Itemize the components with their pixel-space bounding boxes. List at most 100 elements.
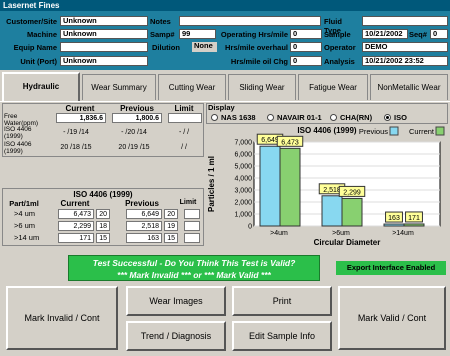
fluid-field[interactable] [362,16,448,26]
iso4406-limit[interactable]: / / [168,143,202,153]
unit-field[interactable]: Unknown [60,56,148,66]
tab-cutting-wear[interactable]: Cutting Wear [158,74,226,100]
legend-previous-swatch [389,126,399,136]
main-window: Lasernet Fines Customer/Site Unknown Mac… [0,0,450,356]
bar-current [403,223,425,227]
unit-label: Unit (Port) [20,57,57,66]
counts-col-previous: Previous [125,199,159,208]
machine-field[interactable]: Unknown [60,29,148,39]
radio-navair[interactable] [267,114,274,121]
count-row-current-code: 15 [96,233,110,243]
iso1999-limit[interactable]: - / / [168,128,202,138]
count-row-limit[interactable] [184,209,200,219]
summary-col-limit: Limit [174,104,194,113]
y-tick-label: 6,000 [234,152,252,159]
tab-hydraulic[interactable]: Hydraulic [2,72,80,102]
x-tick-label: >14um [392,230,414,237]
print-button[interactable]: Print [232,286,332,316]
y-tick-label: 5,000 [234,164,252,171]
sample-date-field[interactable]: 10/21/2002 [362,29,408,39]
data-label: 6,473 [281,139,299,146]
tab-fatigue-wear[interactable]: Fatigue Wear [298,74,368,100]
count-row-current: 6,473 [58,209,94,219]
trend-diagnosis-button[interactable]: Trend / Diagnosis [126,321,226,351]
iso1999-label: ISO 4406 (1999) [4,126,32,140]
data-label: 2,299 [343,189,361,196]
status-line2: *** Mark Invalid *** or *** Mark Valid *… [117,270,271,280]
data-label: 171 [408,215,420,222]
wear-images-button[interactable]: Wear Images [126,286,226,316]
status-line1: Test Successful - Do You Think This Test… [92,258,296,268]
bar-current [341,197,363,227]
summary-col-previous: Previous [120,104,154,113]
seq-field[interactable]: 0 [430,29,448,39]
free-water-previous: 1,800.6 [112,113,162,123]
chart-title: ISO 4406 (1999) [297,126,356,135]
count-row-size: >6 um [14,221,36,230]
equip-field[interactable] [60,42,148,52]
radio-nas1638[interactable] [211,114,218,121]
samp-field[interactable]: 99 [179,29,216,39]
count-row-current-code: 20 [96,209,110,219]
tab-wear-summary[interactable]: Wear Summary [82,74,156,100]
overhaul-field[interactable]: 0 [290,42,322,52]
operator-field[interactable]: DEMO [362,42,448,52]
bar-previous [383,223,405,227]
count-row-previous-code: 15 [164,233,178,243]
data-label: 2,518 [323,187,341,194]
iso1999-previous: - /20 /14 [108,128,162,138]
legend-current-swatch [435,126,445,136]
count-row-current: 2,299 [58,221,94,231]
radio-iso-label: ISO [394,113,407,122]
free-water-limit[interactable] [168,113,202,123]
count-row-previous-code: 20 [164,209,178,219]
iso4406-previous: 20 /19 /15 [108,143,162,153]
x-tick-label: >6um [332,230,350,237]
counts-col-limit: Limit [179,199,197,206]
count-row-limit[interactable] [184,221,200,231]
analysis-field[interactable]: 10/21/2002 23:52 [362,56,448,66]
data-label: 163 [388,215,400,222]
export-interface-status: Export Interface Enabled [336,261,446,275]
tab-nonmetallic-wear[interactable]: NonMetallic Wear [370,74,448,100]
radio-cha[interactable] [330,114,337,121]
radio-navair-label: NAVAIR 01-1 [277,113,322,122]
notes-field[interactable] [179,16,321,26]
x-axis-label: Circular Diameter [314,238,381,247]
bar-previous [259,145,281,227]
iso1999-current: - /19 /14 [52,128,102,138]
oilchg-field[interactable]: 0 [290,56,322,66]
radio-cha-label: CHA(RN) [340,113,373,122]
iso4406-current: 20 /18 /15 [52,143,102,153]
analysis-label: Analysis [324,57,355,66]
count-row-limit[interactable] [184,233,200,243]
legend-current-label: Current [409,127,435,136]
y-tick-label: 4,000 [234,176,252,183]
op-hrs-label: Operating Hrs/mile [220,30,288,39]
edit-sample-info-button[interactable]: Edit Sample Info [232,321,332,351]
y-tick-label: 0 [248,224,252,231]
mark-valid-button[interactable]: Mark Valid / Cont [338,286,446,350]
tab-sliding-wear[interactable]: Sliding Wear [228,74,296,100]
count-row-previous-code: 19 [164,221,178,231]
radio-iso[interactable] [384,114,391,121]
count-row-size: >14 um [14,233,40,242]
count-row-previous: 163 [126,233,162,243]
count-row-current-code: 18 [96,221,110,231]
mark-invalid-button[interactable]: Mark Invalid / Cont [6,286,118,350]
count-row-previous: 6,649 [126,209,162,219]
oilchg-label: Hrs/mile oil Chg [230,57,288,66]
machine-label: Machine [26,30,57,39]
customer-field[interactable]: Unknown [60,16,148,26]
dilution-field[interactable]: None [192,42,217,52]
y-tick-label: 3,000 [234,188,252,195]
legend-previous-label: Previous [359,127,388,136]
dilution-label: Dilution [152,43,180,52]
data-label: 6,649 [261,137,279,144]
count-row-previous: 2,518 [126,221,162,231]
samp-label: Samp# [150,30,175,39]
y-tick-label: 7,000 [234,140,252,147]
op-hrs-field[interactable]: 0 [290,29,322,39]
particle-chart: ISO 4406 (1999) Previous Current 7,000 6,000… [207,126,445,247]
count-row-current: 171 [58,233,94,243]
